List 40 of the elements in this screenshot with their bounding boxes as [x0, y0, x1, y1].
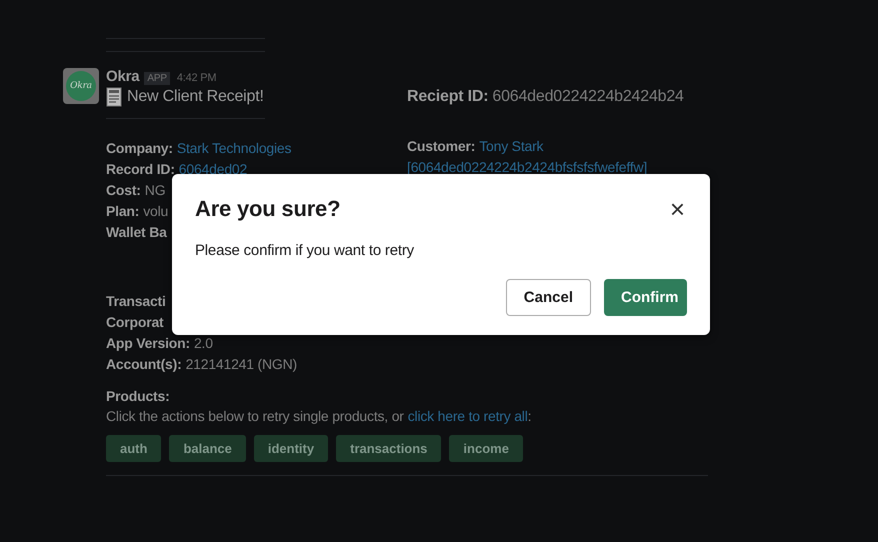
confirm-button[interactable]: Confirm [604, 279, 687, 316]
field-value: volu [143, 202, 168, 218]
field-label: Record ID: [106, 160, 175, 176]
field-label: Corporat [106, 314, 164, 330]
field-label: Transacti [106, 292, 166, 308]
field-label: Cost: [106, 182, 141, 198]
cancel-button[interactable]: Cancel [506, 279, 591, 316]
field-label: Wallet Ba [106, 224, 167, 240]
timestamp[interactable]: 4:42 PM [176, 72, 216, 84]
field-value[interactable]: Stark Technologies [176, 140, 292, 156]
sender-name[interactable]: Okra [106, 68, 140, 85]
field-value: 212141241 (NGN) [186, 356, 297, 372]
field-value: NG [144, 182, 166, 198]
products-label: Products: [106, 388, 171, 404]
customer-link[interactable]: Tony Stark [479, 138, 544, 154]
field-label: Company: [106, 140, 173, 156]
product-button[interactable]: balance [169, 435, 246, 462]
field-label: Account(s): [106, 356, 182, 372]
logo: Okra [66, 71, 96, 101]
product-button[interactable]: transactions [336, 435, 442, 462]
field-value: 6064ded0224224b2424b24 [492, 88, 684, 106]
close-button[interactable]: × [668, 197, 687, 221]
field-value[interactable]: 6064ded02 [178, 160, 248, 176]
receipt-icon [106, 87, 122, 107]
products-hint: Click the actions below to retry single products, or [106, 408, 404, 424]
colon: : [528, 408, 532, 424]
field-label: Plan: [106, 202, 140, 218]
field-label: Customer: [407, 138, 476, 154]
dialog-message: Please confirm if you want to retry [195, 242, 415, 259]
customer-id-link[interactable]: [6064ded0224224b2424bfsfsfsfwefeffw] [407, 158, 648, 174]
product-button[interactable]: auth [106, 435, 162, 462]
field-value: 2.0 [194, 334, 213, 350]
retry-all-link[interactable]: click here to retry all [408, 408, 528, 424]
message-title: New Client Receipt! [127, 88, 264, 106]
field-label: App Version: [106, 334, 190, 350]
app-badge: APP [144, 72, 170, 85]
product-button[interactable]: identity [254, 435, 328, 462]
field-label: Reciept ID: [407, 88, 488, 106]
dialog-title: Are you sure? [195, 196, 340, 222]
product-button[interactable]: income [449, 435, 523, 462]
